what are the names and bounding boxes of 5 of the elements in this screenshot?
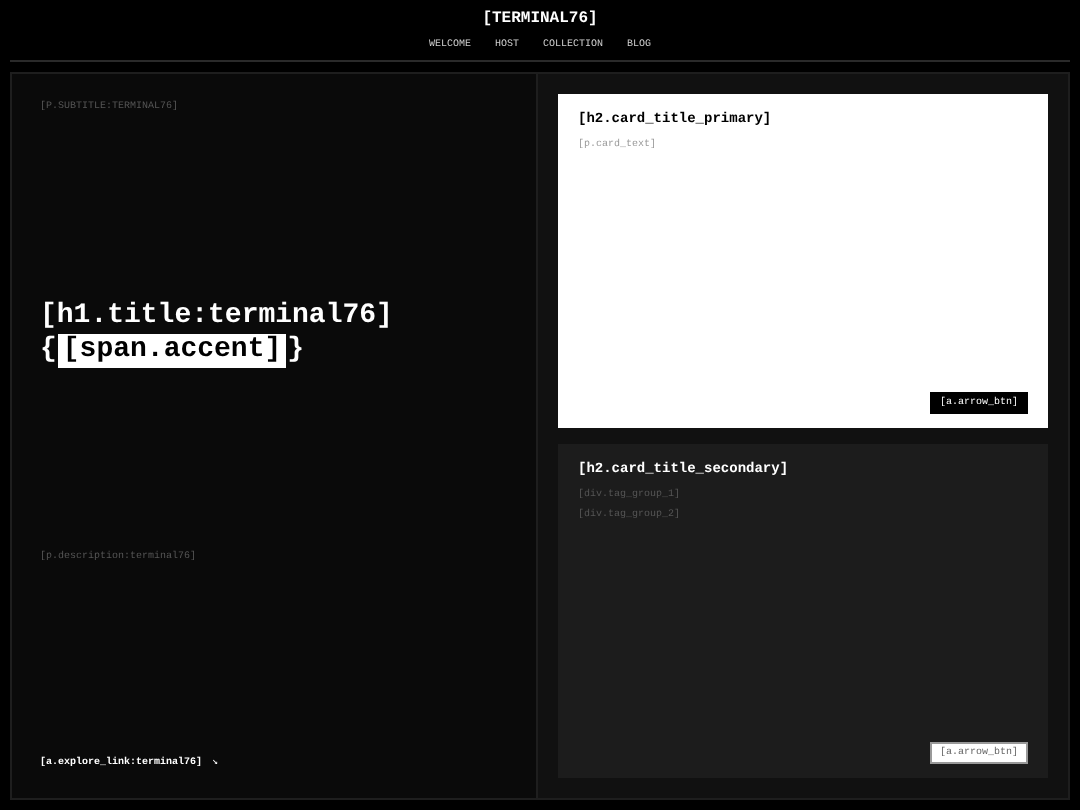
accent-highlight: [span.accent] xyxy=(58,334,286,368)
site-title: [TERMINAL76] xyxy=(482,10,598,30)
brace-text: } xyxy=(287,334,305,368)
brace-text: { xyxy=(40,334,57,368)
hero-title: [h1.title:terminal76] xyxy=(40,300,395,334)
